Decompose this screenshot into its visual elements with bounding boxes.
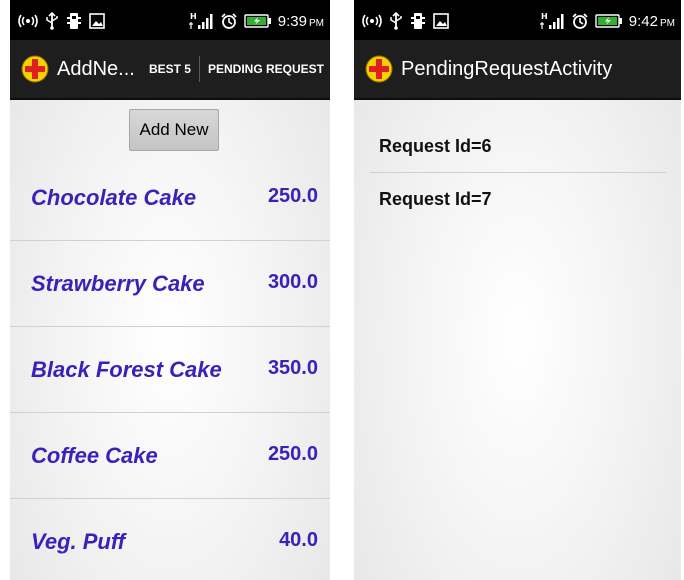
action-bar-title: AddNe... [57,57,135,80]
best5-button[interactable]: BEST 5 [149,62,191,76]
app-logo-icon[interactable] [21,55,49,83]
product-price: 250.0 [267,185,318,207]
image-icon [433,13,449,29]
list-item[interactable]: Veg. Puff 40.0 [10,499,330,580]
list-item[interactable]: Request Id=7 [370,173,666,225]
debug-icon [410,12,426,30]
status-bar: 9:39 PM [10,0,330,40]
product-name: Veg. Puff [31,529,126,554]
status-bar: 9:42 PM [354,0,681,40]
product-price: 300.0 [267,271,318,293]
debug-icon [66,12,82,30]
action-bar: PendingRequestActivity [354,40,681,100]
pending-request-button[interactable]: PENDING REQUEST [208,62,324,76]
product-list: Chocolate Cake 250.0 Strawberry Cake 300… [10,155,330,580]
wireless-icon [362,13,382,29]
product-name: Black Forest Cake [31,357,222,382]
battery-charging-icon [595,14,623,28]
status-time: 9:42 PM [628,12,675,30]
wireless-icon [18,13,38,29]
product-price: 250.0 [267,443,318,465]
list-item[interactable]: Coffee Cake 250.0 [10,413,330,499]
product-list-screen: 9:39 PM AddNe... BEST 5 PENDING REQUEST A… [10,0,330,580]
add-new-button[interactable]: Add New [129,109,219,151]
action-bar: AddNe... BEST 5 PENDING REQUEST [10,40,330,100]
usb-icon [389,12,403,30]
alarm-icon [220,12,238,30]
action-bar-title: PendingRequestActivity [401,57,613,80]
request-label: Request Id=7 [379,188,492,209]
image-icon [89,13,105,29]
app-logo-icon[interactable] [365,55,393,83]
product-name: Coffee Cake [31,443,158,468]
pending-request-screen: 9:42 PM PendingRequestActivity Request Id… [354,0,681,580]
list-item[interactable]: Black Forest Cake 350.0 [10,327,330,413]
request-label: Request Id=6 [379,135,492,156]
product-name: Chocolate Cake [31,185,197,210]
product-price: 40.0 [279,529,318,551]
signal-icon [539,12,565,30]
status-time: 9:39 PM [277,12,324,30]
signal-icon [188,12,214,30]
request-list: Request Id=6 Request Id=7 [370,120,666,225]
alarm-icon [571,12,589,30]
usb-icon [45,12,59,30]
battery-charging-icon [244,14,272,28]
list-item[interactable]: Request Id=6 [370,120,666,173]
product-name: Strawberry Cake [31,271,205,296]
list-item[interactable]: Strawberry Cake 300.0 [10,241,330,327]
product-price: 350.0 [267,357,318,379]
list-item[interactable]: Chocolate Cake 250.0 [10,155,330,241]
action-divider [198,56,200,82]
